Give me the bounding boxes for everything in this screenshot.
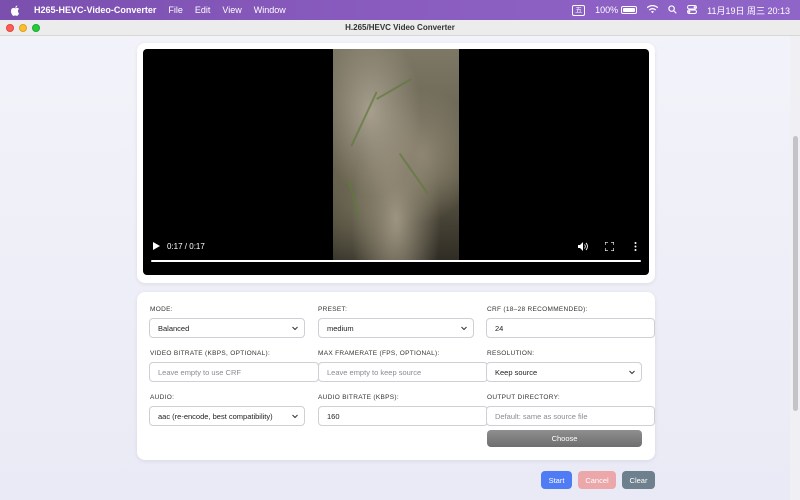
app-name-menu[interactable]: H265-HEVC-Video-Converter (34, 5, 156, 15)
video-controls: 0:17 / 0:17 (151, 239, 641, 253)
preset-label: PRESET: (318, 306, 348, 313)
menu-bar: H265-HEVC-Video-Converter File Edit View… (0, 0, 800, 20)
video-frame (333, 49, 459, 261)
battery-percent: 100% (595, 5, 619, 15)
input-method-indicator[interactable]: 五 (572, 4, 586, 16)
start-button[interactable]: Start (541, 471, 572, 489)
mode-label: MODE: (150, 306, 173, 313)
play-icon[interactable] (151, 241, 161, 251)
audio-bitrate-label: AUDIO BITRATE (KBPS): (318, 394, 399, 401)
more-options-icon[interactable] (629, 240, 641, 252)
volume-icon[interactable] (577, 240, 589, 252)
chevron-down-icon (461, 326, 467, 331)
output-directory-label: OUTPUT DIRECTORY: (487, 394, 561, 401)
menu-window[interactable]: Window (254, 5, 286, 15)
search-icon[interactable] (668, 4, 677, 16)
preset-value: medium (327, 323, 354, 333)
chevron-down-icon (292, 326, 298, 331)
clear-button[interactable]: Clear (622, 471, 655, 489)
crf-input[interactable]: 24 (486, 318, 655, 338)
menu-view[interactable]: View (222, 5, 241, 15)
max-framerate-label: MAX FRAMERATE (FPS, OPTIONAL): (318, 350, 440, 357)
audio-bitrate-input[interactable]: 160 (318, 406, 488, 426)
resolution-select[interactable]: Keep source (486, 362, 642, 382)
choose-directory-button[interactable]: Choose (487, 430, 642, 447)
wifi-icon[interactable] (646, 4, 659, 16)
battery-status[interactable]: 100% (595, 5, 638, 15)
video-time: 0:17 / 0:17 (167, 241, 205, 251)
app-window: H.265/HEVC Video Converter 0:17 / 0:17 M… (0, 20, 800, 500)
scrollbar[interactable] (790, 36, 800, 500)
scrollbar-thumb[interactable] (793, 136, 798, 411)
apple-icon[interactable] (10, 5, 24, 16)
resolution-value: Keep source (495, 367, 538, 377)
chevron-down-icon (629, 370, 635, 375)
resolution-label: RESOLUTION: (487, 350, 535, 357)
fullscreen-icon[interactable] (603, 240, 615, 252)
menubar-clock[interactable]: 11月19日 周三 20:13 (707, 4, 790, 17)
audio-select[interactable]: aac (re-encode, best compatibility) (149, 406, 305, 426)
video-bitrate-label: VIDEO BITRATE (KBPS, OPTIONAL): (150, 350, 271, 357)
settings-form: MODE: Balanced PRESET: medium CRF (18–28… (137, 292, 655, 460)
output-directory-input[interactable]: Default: same as source file (486, 406, 655, 426)
control-center-icon[interactable] (687, 4, 698, 16)
crf-label: CRF (18–28 RECOMMENDED): (487, 306, 588, 313)
audio-label: AUDIO: (150, 394, 175, 401)
video-preview-card: 0:17 / 0:17 (137, 43, 655, 283)
menu-file[interactable]: File (168, 5, 183, 15)
video-bitrate-input[interactable]: Leave empty to use CRF (149, 362, 319, 382)
video-player[interactable]: 0:17 / 0:17 (143, 49, 649, 275)
mode-select[interactable]: Balanced (149, 318, 305, 338)
audio-value: aac (re-encode, best compatibility) (158, 411, 273, 421)
max-framerate-input[interactable]: Leave empty to keep source (318, 362, 488, 382)
preset-select[interactable]: medium (318, 318, 474, 338)
cancel-button[interactable]: Cancel (578, 471, 616, 489)
video-progress-bar[interactable] (151, 260, 641, 262)
battery-icon (621, 6, 638, 14)
menu-edit[interactable]: Edit (195, 5, 211, 15)
window-title: H.265/HEVC Video Converter (345, 23, 455, 32)
window-titlebar: H.265/HEVC Video Converter (0, 20, 800, 36)
chevron-down-icon (292, 414, 298, 419)
mode-value: Balanced (158, 323, 190, 333)
